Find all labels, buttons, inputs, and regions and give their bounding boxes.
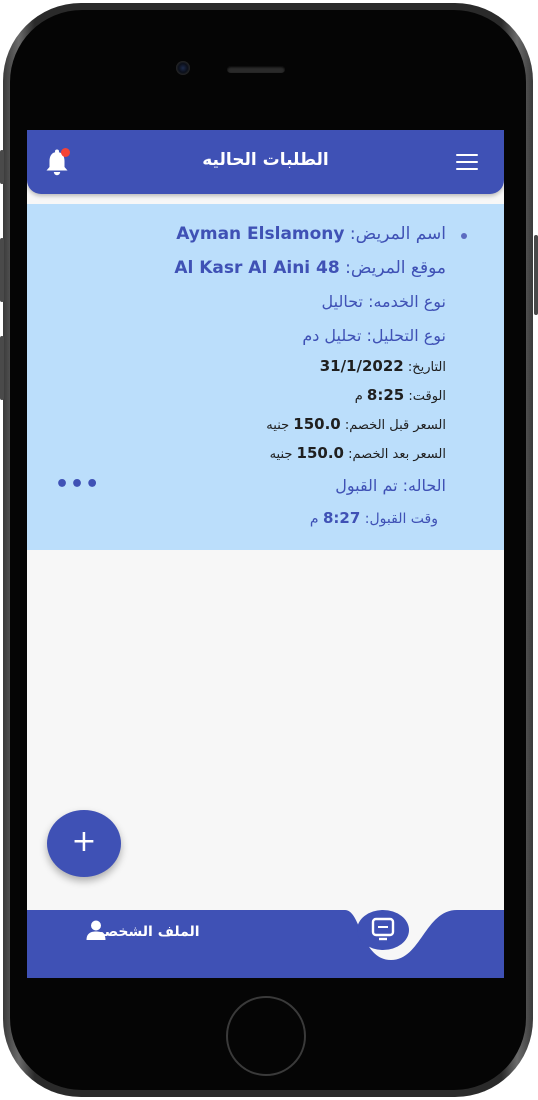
app-screen: الطلبات الحاليه اسم المريض: Ayman Elslam… bbox=[27, 130, 504, 978]
price-after-label: السعر بعد الخصم: bbox=[344, 447, 446, 462]
person-icon bbox=[86, 920, 106, 940]
orders-tab-button[interactable] bbox=[357, 910, 409, 950]
app-bar: الطلبات الحاليه bbox=[27, 130, 504, 194]
patient-location-label: موقع المريض: bbox=[339, 258, 446, 278]
status-row: الحاله: تم القبول bbox=[335, 476, 446, 495]
price-before-value: 150.0 bbox=[293, 415, 341, 433]
menu-icon[interactable] bbox=[456, 154, 478, 170]
time-label: الوقت: bbox=[404, 389, 446, 404]
price-after-row: السعر بعد الخصم: 150.0 جنيه bbox=[270, 443, 446, 462]
phone-side-button bbox=[534, 235, 538, 315]
order-card[interactable]: اسم المريض: Ayman Elslamony موقع المريض:… bbox=[27, 204, 504, 550]
accept-time-row: وقت القبول: 8:27 م bbox=[310, 508, 438, 527]
phone-side-button bbox=[0, 150, 4, 184]
patient-name-row: اسم المريض: Ayman Elslamony bbox=[176, 224, 446, 244]
time-suffix: م bbox=[354, 389, 367, 404]
date-row: التاريخ: 31/1/2022 bbox=[320, 356, 446, 375]
date-label: التاريخ: bbox=[403, 360, 446, 375]
profile-tab[interactable]: الملف الشخصى bbox=[85, 920, 205, 940]
service-type: نوع الخدمه: تحاليل bbox=[322, 292, 447, 311]
price-before-label: السعر قبل الخصم: bbox=[340, 418, 446, 433]
front-camera bbox=[176, 61, 190, 75]
time-value: 8:25 bbox=[366, 386, 405, 404]
analysis-type: نوع التحليل: تحليل دم bbox=[302, 326, 446, 345]
analysis-type-text: نوع التحليل: تحليل دم bbox=[302, 326, 446, 345]
service-type-text: نوع الخدمه: تحاليل bbox=[321, 292, 447, 311]
patient-name-label: اسم المريض: bbox=[344, 224, 446, 244]
accept-time-suffix: م bbox=[309, 511, 323, 527]
home-button[interactable] bbox=[226, 996, 306, 1076]
more-options-button[interactable]: ••• bbox=[55, 474, 100, 496]
monitor-icon bbox=[371, 917, 395, 941]
date-value: 31/1/2022 bbox=[319, 357, 404, 375]
price-before-row: السعر قبل الخصم: 150.0 جنيه bbox=[266, 414, 446, 433]
list-bullet bbox=[461, 233, 467, 239]
patient-location: Al Kasr Al Aini 48 bbox=[174, 258, 340, 278]
accept-time-label: وقت القبول: bbox=[360, 511, 438, 527]
price-after-currency: جنيه bbox=[269, 447, 297, 462]
time-row: الوقت: 8:25 م bbox=[355, 385, 446, 404]
patient-location-row: موقع المريض: Al Kasr Al Aini 48 bbox=[174, 258, 446, 278]
bottom-navigation: الملف الشخصى bbox=[27, 910, 504, 978]
add-order-button[interactable]: + bbox=[47, 810, 121, 877]
phone-side-button bbox=[0, 238, 4, 302]
phone-side-button bbox=[0, 336, 4, 400]
page-title: الطلبات الحاليه bbox=[202, 150, 329, 170]
accept-time-value: 8:27 bbox=[323, 509, 361, 527]
patient-name: Ayman Elslamony bbox=[176, 224, 345, 244]
price-after-value: 150.0 bbox=[296, 444, 344, 462]
earpiece-speaker bbox=[227, 66, 285, 73]
status-text: الحاله: تم القبول bbox=[335, 476, 446, 495]
price-before-currency: جنيه bbox=[266, 418, 294, 433]
